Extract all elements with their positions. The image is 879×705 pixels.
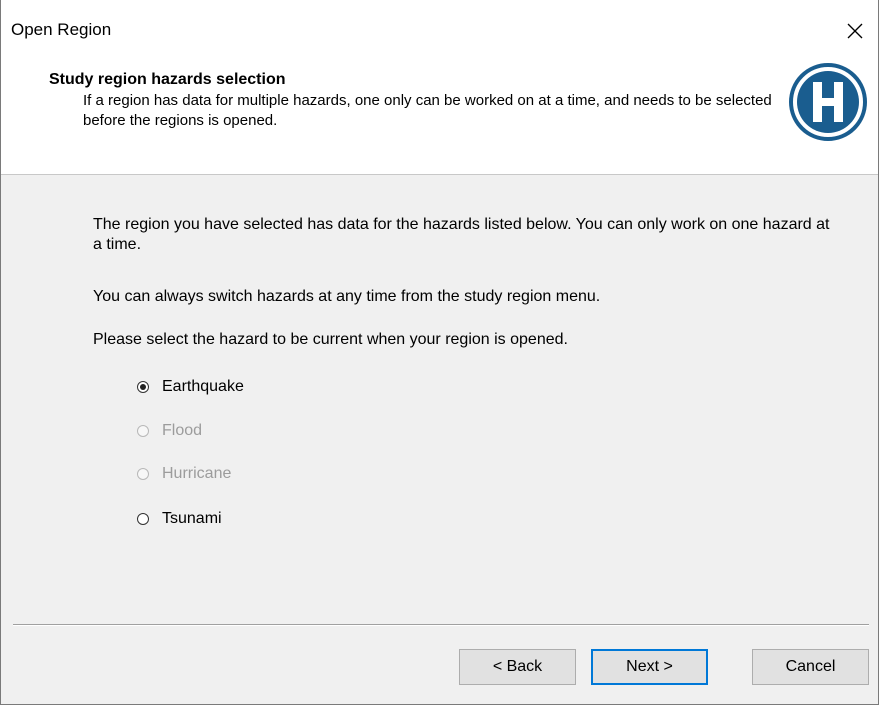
- hazard-label: Tsunami: [162, 510, 222, 527]
- radio-button[interactable]: [137, 381, 149, 393]
- switch-hint-text: You can always switch hazards at any tim…: [93, 288, 601, 305]
- hazard-label: Earthquake: [162, 378, 244, 395]
- header-description: If a region has data for multiple hazard…: [83, 92, 772, 129]
- open-region-dialog: Open Region Study region hazards selecti…: [0, 0, 879, 705]
- wizard-content: The region you have selected has data fo…: [1, 175, 878, 624]
- window-title: Open Region: [11, 20, 112, 39]
- hazard-option-tsunami[interactable]: Tsunami: [137, 508, 222, 530]
- radio-button[interactable]: [137, 513, 149, 525]
- hazard-option-earthquake[interactable]: Earthquake: [137, 376, 244, 398]
- hazard-label: Hurricane: [162, 465, 232, 482]
- wizard-header: Study region hazards selection If a regi…: [1, 58, 878, 175]
- cancel-button[interactable]: Cancel: [752, 649, 869, 685]
- footer-separator: [13, 624, 869, 626]
- radio-button: [137, 468, 149, 480]
- title-bar: Open Region: [1, 0, 878, 58]
- close-button[interactable]: [832, 8, 878, 54]
- hazard-label: Flood: [162, 422, 203, 439]
- select-prompt-text: Please select the hazard to be current w…: [93, 331, 568, 348]
- intro-text: The region you have selected has data fo…: [93, 216, 830, 253]
- next-button[interactable]: Next >: [591, 649, 708, 685]
- hazard-option-hurricane: Hurricane: [137, 463, 231, 485]
- header-title: Study region hazards selection: [49, 71, 286, 88]
- hazard-option-flood: Flood: [137, 420, 202, 442]
- close-icon: [847, 23, 863, 39]
- back-button[interactable]: < Back: [459, 649, 576, 685]
- hazus-logo-icon: [789, 63, 867, 141]
- radio-button: [137, 425, 149, 437]
